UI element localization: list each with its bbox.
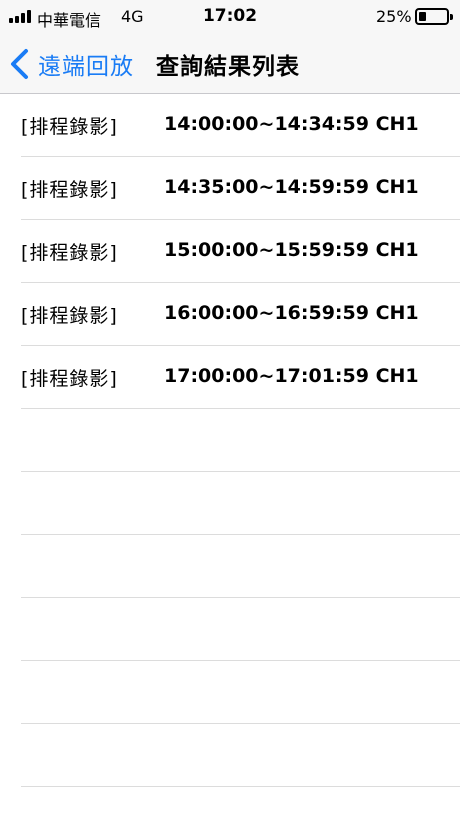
navigation-bar: 遠端回放 查詢結果列表 [0, 34, 460, 94]
time-range: 15:00:00~15:59:59 CH1 [164, 239, 419, 261]
empty-list-row [21, 409, 460, 472]
status-bar: 中華電信 4G 17:02 25% [0, 0, 460, 34]
time-range: 14:00:00~14:34:59 CH1 [164, 113, 419, 135]
empty-list-row [21, 535, 460, 598]
list-item[interactable]: [排程錄影] 17:00:00~17:01:59 CH1 [21, 346, 460, 409]
list-item[interactable]: [排程錄影] 14:35:00~14:59:59 CH1 [21, 157, 460, 220]
empty-list-row [21, 472, 460, 535]
chevron-left-icon [11, 49, 28, 79]
empty-list-row [21, 661, 460, 724]
back-button[interactable]: 遠端回放 [8, 42, 146, 86]
empty-list-row [21, 724, 460, 787]
battery-icon [415, 8, 453, 25]
recording-type: [排程錄影] [21, 305, 118, 327]
time-range: 16:00:00~16:59:59 CH1 [164, 302, 419, 324]
battery-percent: 25% [376, 7, 412, 26]
list-item[interactable]: [排程錄影] 15:00:00~15:59:59 CH1 [21, 220, 460, 283]
recording-type: [排程錄影] [21, 242, 118, 264]
page-title: 查詢結果列表 [156, 54, 300, 80]
recording-type: [排程錄影] [21, 368, 118, 390]
time-range: 14:35:00~14:59:59 CH1 [164, 176, 419, 198]
results-list: [排程錄影] 14:00:00~14:34:59 CH1 [排程錄影] 14:3… [0, 94, 460, 787]
recording-type: [排程錄影] [21, 116, 118, 138]
list-item[interactable]: [排程錄影] 14:00:00~14:34:59 CH1 [21, 94, 460, 157]
empty-list-row [21, 598, 460, 661]
back-button-label: 遠端回放 [38, 54, 134, 80]
recording-type: [排程錄影] [21, 179, 118, 201]
time-range: 17:00:00~17:01:59 CH1 [164, 365, 419, 387]
list-item[interactable]: [排程錄影] 16:00:00~16:59:59 CH1 [21, 283, 460, 346]
